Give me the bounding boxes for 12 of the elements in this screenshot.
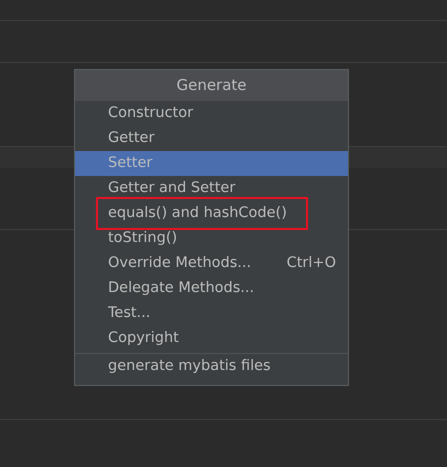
menu-item[interactable]: Test... xyxy=(75,301,348,326)
menu-item[interactable]: Constructor xyxy=(75,101,348,126)
menu-item[interactable]: equals() and hashCode() xyxy=(75,201,348,226)
popup-title: Generate xyxy=(75,70,348,101)
menu-item[interactable]: Getter xyxy=(75,126,348,151)
menu-item[interactable]: Copyright xyxy=(75,326,348,351)
menu-item[interactable]: Override Methods... Ctrl+O xyxy=(75,251,348,276)
menu-item[interactable]: toString() xyxy=(75,226,348,251)
shortcut-label: Ctrl+O xyxy=(286,254,336,273)
menu-item[interactable]: Getter and Setter xyxy=(75,176,348,201)
menu-item[interactable]: generate mybatis files xyxy=(75,354,348,379)
menu-item[interactable]: Delegate Methods... xyxy=(75,276,348,301)
